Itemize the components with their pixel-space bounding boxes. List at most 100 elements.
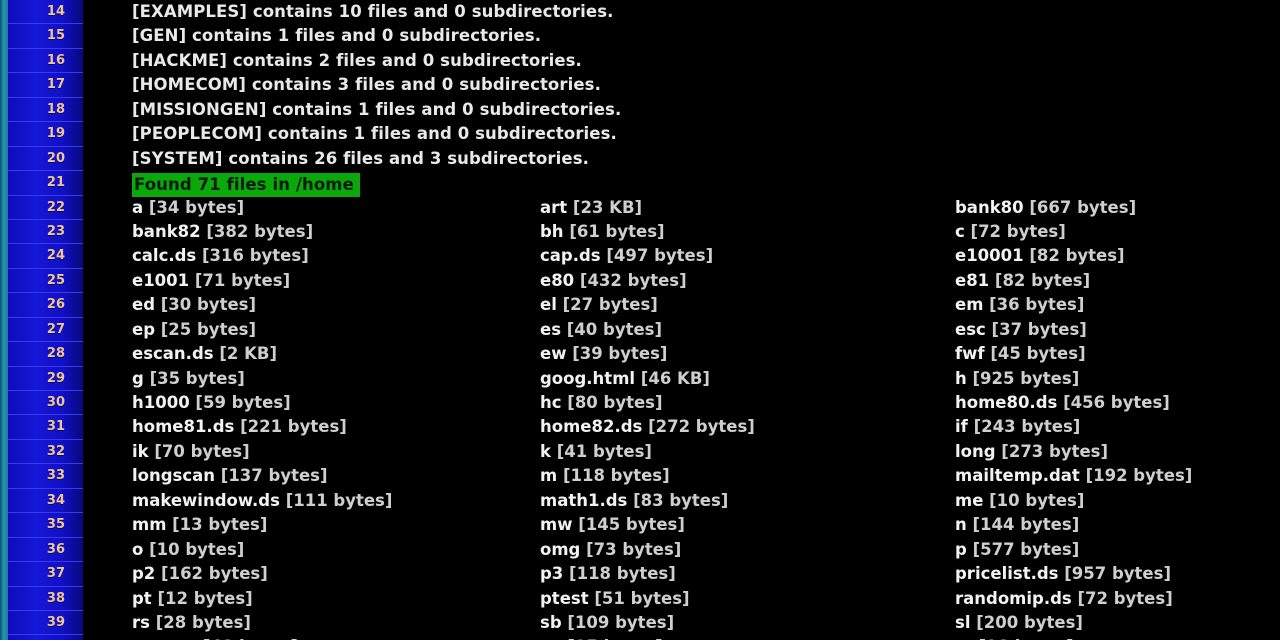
line-number-34[interactable]: 34 xyxy=(8,489,83,514)
file-entry[interactable]: randomip.ds [72 bytes] xyxy=(955,587,1173,611)
line-number-32[interactable]: 32 xyxy=(8,440,83,465)
line-number-37[interactable]: 37 xyxy=(8,562,83,587)
line-number-20[interactable]: 20 xyxy=(8,147,83,172)
file-entry[interactable]: home80.ds [456 bytes] xyxy=(955,391,1170,415)
file-listing-row: mm [13 bytes] mw [145 bytes] n [144 bytes] xyxy=(83,513,1280,537)
file-entry[interactable]: if [243 bytes] xyxy=(955,415,1080,439)
file-size: [28 bytes] xyxy=(155,612,251,632)
file-entry[interactable]: m [118 bytes] xyxy=(540,464,670,488)
file-entry[interactable]: escan.ds [2 KB] xyxy=(132,342,277,366)
file-entry[interactable]: ptest [51 bytes] xyxy=(540,587,690,611)
file-entry[interactable]: makewindow.ds [111 bytes] xyxy=(132,489,392,513)
file-entry[interactable]: fwf [45 bytes] xyxy=(955,342,1086,366)
file-name: k xyxy=(540,441,557,461)
file-entry[interactable]: e80 [432 bytes] xyxy=(540,269,687,293)
file-entry[interactable]: me [10 bytes] xyxy=(955,489,1084,513)
file-entry[interactable]: p [577 bytes] xyxy=(955,538,1079,562)
line-number-29[interactable]: 29 xyxy=(8,367,83,391)
file-entry[interactable]: home81.ds [221 bytes] xyxy=(132,415,347,439)
file-entry[interactable]: ep [25 bytes] xyxy=(132,318,256,342)
file-entry[interactable]: el [27 bytes] xyxy=(540,293,658,317)
file-size: [667 bytes] xyxy=(1029,197,1137,217)
line-number-30[interactable]: 30 xyxy=(8,391,83,416)
line-number-27[interactable]: 27 xyxy=(8,318,83,343)
file-size: [71 bytes] xyxy=(194,270,291,290)
console-output-area[interactable]: [EXAMPLES] contains 10 files and 0 subdi… xyxy=(83,0,1280,640)
line-number-19[interactable]: 19 xyxy=(8,122,83,147)
file-entry[interactable]: sl [200 bytes] xyxy=(955,611,1083,635)
file-entry[interactable]: c [72 bytes] xyxy=(955,220,1066,244)
file-entry[interactable]: sp [95 bytes] xyxy=(540,635,663,640)
file-entry[interactable]: pt [12 bytes] xyxy=(132,587,253,611)
file-entry[interactable]: home82.ds [272 bytes] xyxy=(540,415,755,439)
line-number-21[interactable]: 21 xyxy=(8,171,83,196)
file-entry[interactable]: bh [61 bytes] xyxy=(540,220,665,244)
file-entry[interactable]: sb [109 bytes] xyxy=(540,611,674,635)
file-entry[interactable]: em [36 bytes] xyxy=(955,293,1084,317)
file-entry[interactable]: bank80 [667 bytes] xyxy=(955,196,1136,220)
file-entry[interactable]: longscan [137 bytes] xyxy=(132,464,328,488)
file-name: longscan xyxy=(132,466,221,486)
line-number-16[interactable]: 16 xyxy=(8,49,83,74)
file-entry[interactable]: snooze [48 bytes] xyxy=(132,635,298,640)
file-entry[interactable]: o [10 bytes] xyxy=(132,538,244,562)
line-number-33[interactable]: 33 xyxy=(8,464,83,489)
file-entry[interactable]: esc [37 bytes] xyxy=(955,318,1087,342)
line-number-31[interactable]: 31 xyxy=(8,415,83,440)
file-size: [577 bytes] xyxy=(972,539,1080,559)
file-entry[interactable]: math1.ds [83 bytes] xyxy=(540,489,728,513)
file-listing-row: a [34 bytes] art [23 KB] bank80 [667 bytes… xyxy=(83,196,1280,220)
line-number-25[interactable]: 25 xyxy=(8,269,83,294)
file-size: [316 bytes] xyxy=(202,246,309,266)
file-entry[interactable]: e81 [82 bytes] xyxy=(955,269,1090,293)
file-entry[interactable]: h1000 [59 bytes] xyxy=(132,391,291,415)
file-entry[interactable]: n [144 bytes] xyxy=(955,513,1079,537)
file-entry[interactable]: mm [13 bytes] xyxy=(132,513,267,537)
line-number-39[interactable]: 39 xyxy=(8,611,83,636)
file-entry[interactable]: mailtemp.dat [192 bytes] xyxy=(955,464,1192,488)
line-number-40[interactable]: 40 xyxy=(8,635,83,640)
file-name: e80 xyxy=(540,270,580,290)
file-size: [46 KB] xyxy=(640,368,710,388)
file-entry[interactable]: e1001 [71 bytes] xyxy=(132,269,290,293)
file-entry[interactable]: hc [80 bytes] xyxy=(540,391,663,415)
file-entry[interactable]: bank82 [382 bytes] xyxy=(132,220,313,244)
file-entry[interactable]: pricelist.ds [957 bytes] xyxy=(955,562,1171,586)
file-entry[interactable]: goog.html [46 KB] xyxy=(540,367,710,391)
file-entry[interactable]: p3 [118 bytes] xyxy=(540,562,676,586)
line-number-38[interactable]: 38 xyxy=(8,587,83,611)
line-number-gutter[interactable]: 14 15 16 17 18 19 20 21 22 23 24 25 26 27 28 29 30 31 32 33… xyxy=(8,0,83,640)
file-entry[interactable]: calc.ds [316 bytes] xyxy=(132,244,309,268)
line-number-26[interactable]: 26 xyxy=(8,293,83,318)
line-number-22[interactable]: 22 xyxy=(8,196,83,220)
file-entry[interactable]: ik [70 bytes] xyxy=(132,440,250,464)
line-number-17[interactable]: 17 xyxy=(8,73,83,98)
file-entry[interactable]: ew [39 bytes] xyxy=(540,342,667,366)
line-number-14[interactable]: 14 xyxy=(8,0,83,25)
line-number-24[interactable]: 24 xyxy=(8,244,83,269)
file-entry[interactable]: st [98 bytes] xyxy=(955,635,1074,640)
file-entry[interactable]: h [925 bytes] xyxy=(955,367,1079,391)
file-entry[interactable]: e10001 [82 bytes] xyxy=(955,244,1125,268)
line-number-list: 14 15 16 17 18 19 20 21 22 23 24 25 26 27 28 29 30 31 32 33… xyxy=(8,0,83,640)
file-size: [200 bytes] xyxy=(976,612,1083,632)
line-number-36[interactable]: 36 xyxy=(8,538,83,563)
file-entry[interactable]: a [34 bytes] xyxy=(132,196,244,220)
file-entry[interactable]: art [23 KB] xyxy=(540,196,642,220)
line-number-18[interactable]: 18 xyxy=(8,98,83,123)
file-entry[interactable]: ed [30 bytes] xyxy=(132,293,256,317)
file-entry[interactable]: cap.ds [497 bytes] xyxy=(540,244,713,268)
file-entry[interactable]: p2 [162 bytes] xyxy=(132,562,268,586)
file-entry[interactable]: omg [73 bytes] xyxy=(540,538,681,562)
file-entry[interactable]: es [40 bytes] xyxy=(540,318,662,342)
file-entry[interactable]: rs [28 bytes] xyxy=(132,611,251,635)
line-number-15[interactable]: 15 xyxy=(8,24,83,49)
line-number-35[interactable]: 35 xyxy=(8,513,83,538)
file-name: hc xyxy=(540,393,568,412)
line-number-28[interactable]: 28 xyxy=(8,342,83,367)
line-number-23[interactable]: 23 xyxy=(8,220,83,245)
file-entry[interactable]: k [41 bytes] xyxy=(540,440,652,464)
file-entry[interactable]: mw [145 bytes] xyxy=(540,513,685,537)
file-entry[interactable]: long [273 bytes] xyxy=(955,440,1108,464)
file-entry[interactable]: g [35 bytes] xyxy=(132,367,245,391)
